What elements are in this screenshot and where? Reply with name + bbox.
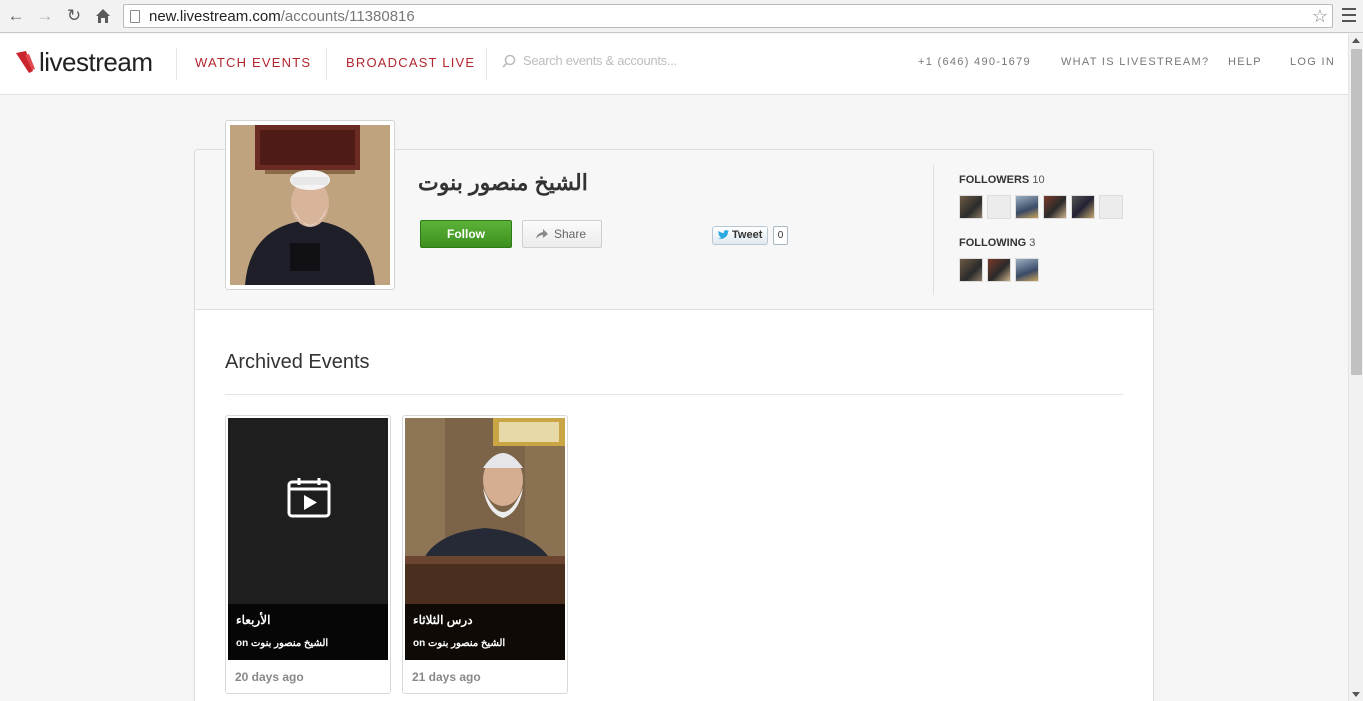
- scroll-up-arrow-icon[interactable]: [1352, 38, 1360, 43]
- reload-icon[interactable]: ↻: [63, 5, 85, 27]
- section-divider: [225, 394, 1123, 395]
- follow-button[interactable]: Follow: [420, 220, 512, 248]
- url-text[interactable]: new.livestream.com/accounts/11380816: [149, 8, 415, 25]
- scroll-thumb[interactable]: [1351, 49, 1362, 375]
- archived-events-heading: Archived Events: [225, 351, 370, 373]
- followers-label: FOLLOWERS: [959, 174, 1030, 186]
- event-title[interactable]: درس الثلاثاء: [413, 613, 473, 627]
- search-placeholder: Search events & accounts...: [523, 53, 677, 68]
- tweet-label: Tweet: [732, 229, 763, 241]
- logo-text: livestream: [39, 47, 153, 77]
- tweet-count: 0: [773, 226, 788, 245]
- share-button[interactable]: Share: [522, 220, 602, 248]
- what-is-livestream-link[interactable]: WHAT IS LIVESTREAM?: [1061, 56, 1209, 68]
- bookmark-star-icon[interactable]: ☆: [1312, 6, 1328, 26]
- event-owner[interactable]: on الشيخ منصور بنوت: [413, 638, 505, 649]
- help-link[interactable]: HELP: [1228, 56, 1262, 68]
- following-avatar[interactable]: [959, 258, 983, 282]
- browser-menu-icon[interactable]: [1342, 8, 1356, 26]
- follower-avatar[interactable]: [1015, 195, 1039, 219]
- event-caption: الأربعاء on الشيخ منصور بنوت: [228, 604, 388, 660]
- watch-events-link[interactable]: WATCH EVENTS: [195, 55, 311, 70]
- event-thumbnail[interactable]: درس الثلاثاء on الشيخ منصور بنوت: [405, 418, 565, 660]
- twitter-bird-icon: [717, 230, 729, 239]
- event-card[interactable]: الأربعاء on الشيخ منصور بنوت 20 days ago: [225, 415, 391, 694]
- following-label: FOLLOWING: [959, 237, 1027, 249]
- share-label: Share: [554, 227, 587, 241]
- following-avatar[interactable]: [987, 258, 1011, 282]
- follower-avatar[interactable]: [987, 195, 1011, 219]
- follower-avatar[interactable]: [1043, 195, 1067, 219]
- back-arrow-icon[interactable]: ←: [5, 5, 27, 27]
- event-card[interactable]: درس الثلاثاء on الشيخ منصور بنوت 21 days…: [402, 415, 568, 694]
- browser-toolbar: ← → ↻ new.livestream.com/accounts/113808…: [0, 0, 1363, 33]
- following-count: 3: [1029, 237, 1036, 249]
- avatar-photo: [230, 125, 390, 285]
- address-bar[interactable]: new.livestream.com/accounts/11380816 ☆: [123, 4, 1333, 28]
- phone-number: +1 (646) 490-1679: [918, 56, 1031, 68]
- share-arrow-icon: [536, 229, 548, 239]
- follower-avatar[interactable]: [959, 195, 983, 219]
- calendar-play-icon: [287, 478, 331, 518]
- header-divider: [176, 48, 177, 80]
- site-header: livestream WATCH EVENTS BROADCAST LIVE S…: [0, 34, 1348, 95]
- event-title[interactable]: الأربعاء: [236, 613, 270, 627]
- follower-avatar[interactable]: [1071, 195, 1095, 219]
- forward-arrow-icon[interactable]: →: [34, 5, 56, 27]
- page-scrollbar[interactable]: [1348, 34, 1363, 701]
- event-owner[interactable]: on الشيخ منصور بنوت: [236, 638, 328, 649]
- following-heading[interactable]: FOLLOWING 3: [959, 237, 1035, 249]
- followers-heading[interactable]: FOLLOWERS 10: [959, 174, 1045, 186]
- search-input[interactable]: Search events & accounts...: [500, 52, 700, 74]
- home-icon[interactable]: [92, 5, 114, 27]
- profile-divider: [933, 165, 934, 295]
- header-divider: [486, 48, 487, 80]
- page-icon: [130, 10, 140, 23]
- broadcast-live-link[interactable]: BROADCAST LIVE: [346, 55, 475, 70]
- log-in-link[interactable]: LOG IN: [1290, 56, 1335, 68]
- event-thumbnail[interactable]: الأربعاء on الشيخ منصور بنوت: [228, 418, 388, 660]
- tweet-button[interactable]: Tweet: [712, 226, 768, 245]
- event-date: 21 days ago: [412, 670, 481, 684]
- follower-avatar[interactable]: [1099, 195, 1123, 219]
- followers-count: 10: [1032, 174, 1045, 186]
- profile-avatar[interactable]: [225, 120, 395, 290]
- event-caption: درس الثلاثاء on الشيخ منصور بنوت: [405, 604, 565, 660]
- profile-name: الشيخ منصور بنوت: [418, 170, 588, 195]
- scroll-down-arrow-icon[interactable]: [1352, 692, 1360, 697]
- following-avatar[interactable]: [1015, 258, 1039, 282]
- event-date: 20 days ago: [235, 670, 304, 684]
- header-divider: [326, 48, 327, 80]
- search-icon: [502, 54, 516, 68]
